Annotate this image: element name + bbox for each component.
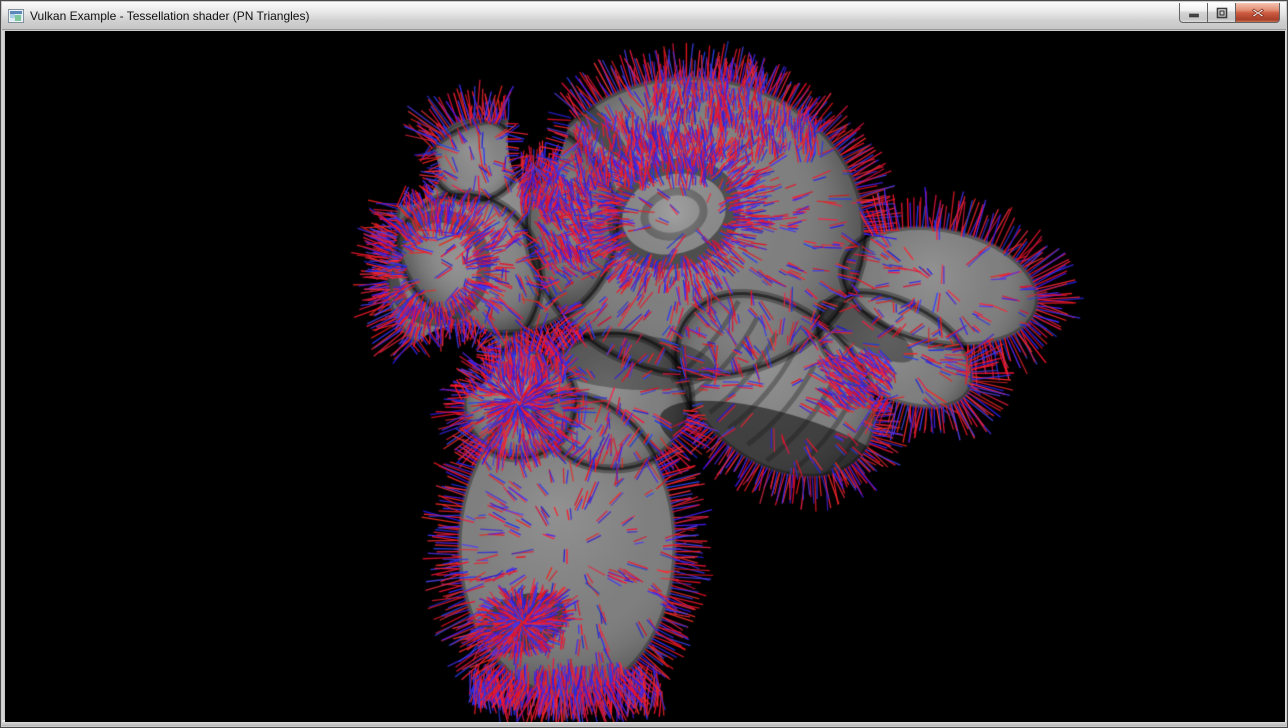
window-title: Vulkan Example - Tessellation shader (PN… (30, 9, 309, 23)
minimize-button[interactable] (1179, 3, 1208, 23)
title-bar[interactable]: Vulkan Example - Tessellation shader (PN… (2, 2, 1286, 30)
close-icon (1251, 7, 1265, 19)
render-viewport (5, 31, 1283, 720)
window-controls (1180, 3, 1280, 23)
vulkan-render-canvas[interactable] (5, 31, 1285, 722)
maximize-button[interactable] (1207, 3, 1236, 23)
close-button[interactable] (1235, 3, 1280, 23)
maximize-icon (1216, 7, 1228, 19)
application-window: Vulkan Example - Tessellation shader (PN… (0, 0, 1288, 728)
application-window-icon[interactable] (8, 8, 24, 24)
minimize-icon (1188, 7, 1200, 19)
screen: Vulkan Example - Tessellation shader (PN… (0, 0, 1288, 728)
